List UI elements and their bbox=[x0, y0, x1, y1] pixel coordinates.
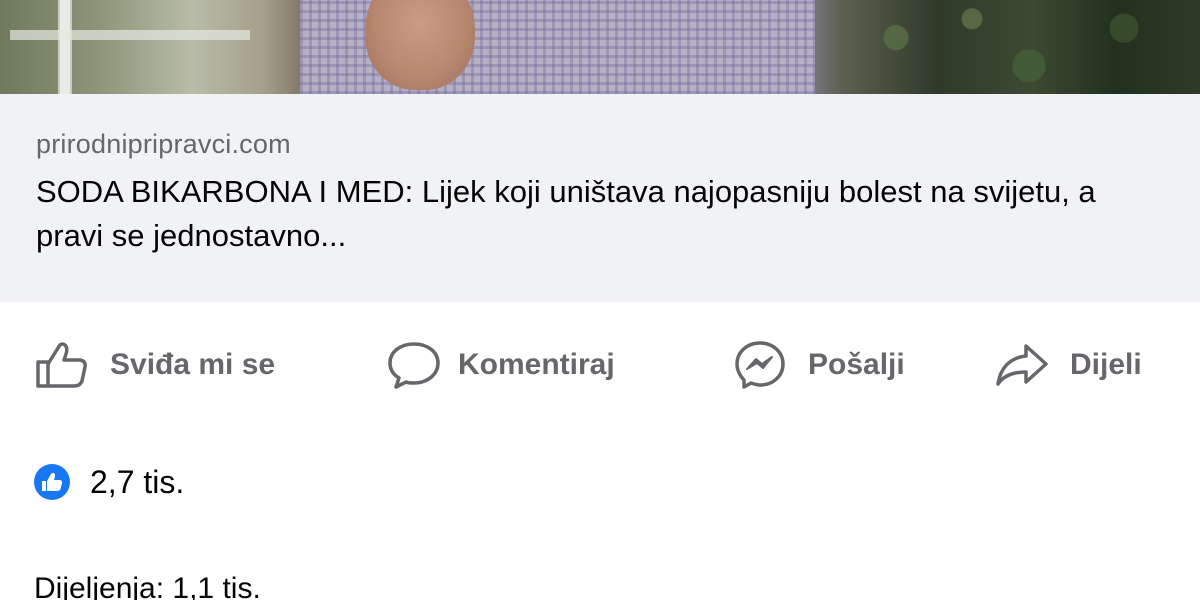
share-arrow-icon bbox=[994, 340, 1050, 390]
image-foliage bbox=[820, 0, 1200, 94]
facebook-post: prirodnipripravci.com SODA BIKARBONA I M… bbox=[0, 0, 1200, 600]
like-button[interactable]: Sviđa mi se bbox=[34, 340, 275, 390]
comment-label: Komentiraj bbox=[458, 348, 615, 381]
like-label: Sviđa mi se bbox=[110, 348, 276, 381]
like-icon bbox=[34, 464, 70, 500]
reactions-count: 2,7 tis. bbox=[90, 463, 185, 500]
shares-count[interactable]: Dijeljenja: 1,1 tis. bbox=[34, 572, 261, 600]
comment-bubble-icon bbox=[386, 340, 442, 390]
reactions-summary[interactable]: 2,7 tis. bbox=[34, 460, 184, 504]
thumbs-up-icon bbox=[34, 340, 90, 390]
send-button[interactable]: Pošalji bbox=[732, 340, 905, 390]
action-bar: Sviđa mi se Komentiraj Pošalji Dijeli bbox=[0, 302, 1200, 424]
image-railing-bar bbox=[10, 30, 250, 40]
messenger-icon bbox=[732, 340, 788, 390]
image-railing bbox=[58, 0, 72, 94]
link-preview[interactable]: prirodnipripravci.com SODA BIKARBONA I M… bbox=[0, 94, 1200, 302]
send-label: Pošalji bbox=[808, 348, 905, 381]
link-title[interactable]: SODA BIKARBONA I MED: Lijek koji uništav… bbox=[36, 170, 1166, 258]
post-image[interactable] bbox=[0, 0, 1200, 94]
share-button[interactable]: Dijeli bbox=[994, 340, 1142, 390]
link-domain: prirodnipripravci.com bbox=[36, 129, 291, 159]
share-label: Dijeli bbox=[1070, 348, 1142, 381]
comment-button[interactable]: Komentiraj bbox=[386, 340, 615, 390]
